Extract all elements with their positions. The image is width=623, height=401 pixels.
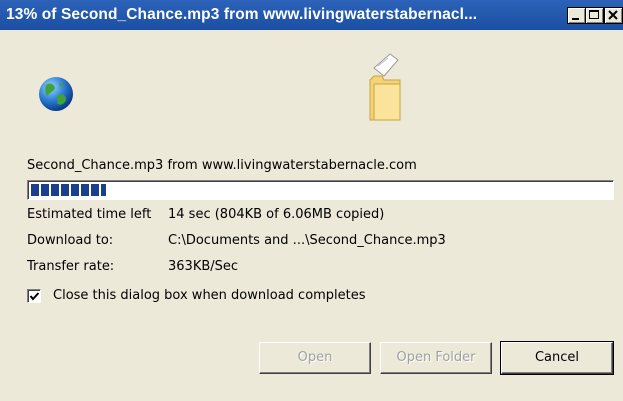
- cancel-button[interactable]: Cancel: [500, 341, 614, 375]
- open-button[interactable]: Open: [259, 342, 371, 374]
- open-folder-button[interactable]: Open Folder: [380, 342, 492, 374]
- download-dialog: 13% of Second_Chance.mp3 from www.living…: [0, 0, 623, 401]
- close-button[interactable]: [604, 7, 623, 24]
- download-progress-bar: [27, 180, 614, 200]
- estimated-time-value: 14 sec (804KB of 6.06MB copied): [168, 207, 385, 222]
- download-to-row: Download to: C:\Documents and ...\Second…: [27, 233, 446, 248]
- globe-icon: [39, 77, 73, 111]
- close-when-done-label[interactable]: Close this dialog box when download comp…: [53, 288, 366, 303]
- title-bar[interactable]: 13% of Second_Chance.mp3 from www.living…: [0, 0, 623, 30]
- download-to-label: Download to:: [27, 233, 114, 248]
- estimated-time-label: Estimated time left: [27, 207, 152, 222]
- minimize-icon: [572, 18, 579, 20]
- maximize-icon: [589, 10, 599, 19]
- close-when-done-checkbox[interactable]: [27, 289, 41, 303]
- progress-fill: [31, 184, 106, 196]
- checkmark-icon: [29, 292, 40, 301]
- window-title: 13% of Second_Chance.mp3 from www.living…: [6, 6, 478, 23]
- transfer-rate-label: Transfer rate:: [27, 259, 115, 274]
- maximize-button[interactable]: [585, 7, 604, 24]
- estimated-time-row: Estimated time left 14 sec (804KB of 6.0…: [27, 207, 384, 222]
- minimize-button[interactable]: [567, 7, 586, 24]
- close-icon: [608, 10, 618, 20]
- download-source-label: Second_Chance.mp3 from www.livingwaterst…: [27, 158, 417, 173]
- download-to-value: C:\Documents and ...\Second_Chance.mp3: [168, 233, 446, 248]
- folder-with-document-icon: [369, 53, 401, 121]
- transfer-rate-row: Transfer rate: 363KB/Sec: [27, 259, 238, 274]
- transfer-rate-value: 363KB/Sec: [168, 259, 239, 274]
